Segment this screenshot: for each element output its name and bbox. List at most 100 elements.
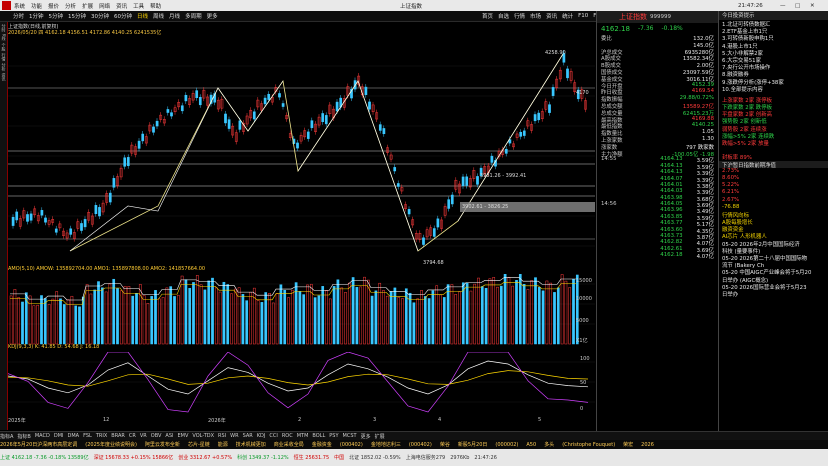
news-ticker-item[interactable]: (000002) (495, 442, 518, 448)
nav-quotes[interactable]: 行情 (514, 12, 525, 20)
news-item[interactable]: 流节 (Bakery Ch (719, 261, 828, 268)
minimize-icon[interactable]: — (780, 3, 786, 9)
nav-f10[interactable]: F10 (578, 13, 588, 19)
kline-svg[interactable]: 4258.90 3794.68 3981.26 - 3992.41 3902.61 -… (8, 36, 595, 266)
news-ticker-item[interactable]: (000402) (409, 442, 432, 448)
period-tab-more[interactable]: 更多 (207, 12, 218, 20)
nav-stats[interactable]: 统计 (562, 12, 573, 20)
tip-item[interactable]: 1.北证可转债数据汇 (719, 20, 828, 27)
news-item[interactable]: 融资资金 (719, 225, 828, 232)
market-stat-row[interactable] (719, 146, 828, 153)
maximize-icon[interactable]: □ (795, 3, 800, 9)
period-tab-1m[interactable]: 1分钟 (29, 12, 44, 20)
sidebar-tab[interactable]: 资讯 (1, 73, 7, 81)
market-stat-row[interactable]: 下跌家数 2家 跌停板 (719, 103, 828, 110)
news-ticker-item[interactable]: 2026 (641, 442, 654, 448)
news-ticker-item[interactable]: 能源 (218, 441, 228, 448)
market-stat-row[interactable]: 上涨家数 2家 涨停板 (719, 96, 828, 103)
menu-item-function[interactable]: 功能 (31, 2, 42, 10)
news-item[interactable]: 05-20 2026国际营业会将于5月23 (719, 283, 828, 290)
tip-item[interactable]: 10.全部提示内容 (719, 85, 828, 92)
sub-value-row[interactable]: -76.88 (719, 204, 828, 211)
indicator-tab[interactable]: 更多 (361, 433, 371, 440)
sub-value-row[interactable]: 8.60% (719, 175, 828, 182)
indicator-tab[interactable]: PSY (329, 433, 338, 439)
indicator-tab[interactable]: BRAR (111, 433, 125, 439)
indicator-tab[interactable]: CCI (269, 433, 277, 439)
indicator-tab[interactable]: 指标B (17, 433, 30, 440)
period-tab-month[interactable]: 月线 (169, 12, 180, 20)
news-ticker-item[interactable]: 金融资金 (312, 441, 332, 448)
tip-item[interactable]: 9.涨跌停分析(涨停+38家 (719, 78, 828, 85)
nav-watchlist[interactable]: 自选 (498, 12, 509, 20)
indicator-tab[interactable]: OBV (151, 433, 162, 439)
tip-item[interactable]: 7.央行公开市场操作 (719, 63, 828, 70)
indicator-tab[interactable]: MACD (35, 433, 50, 439)
sub-value-row[interactable]: 5.22% (719, 182, 828, 189)
indicator-tab[interactable]: BOLL (312, 433, 325, 439)
news-ticker-item[interactable]: (000402) (340, 442, 363, 448)
nav-market[interactable]: 市场 (530, 12, 541, 20)
period-tab-multi[interactable]: 多周期 (185, 12, 202, 20)
news-ticker-item[interactable]: (2025年度业绩说明会) (85, 441, 137, 448)
tip-item[interactable]: 2.ETF基金上市1只 (719, 27, 828, 34)
news-item[interactable]: 05-20 2026年2月中国国际经济 (719, 240, 828, 247)
menu-item-help[interactable]: 帮助 (150, 2, 161, 10)
market-stat-row[interactable]: 弱势股 2家 连续涨 (719, 125, 828, 132)
period-tab-week[interactable]: 周线 (153, 12, 164, 20)
news-ticker-item[interactable]: 荣谷 (440, 441, 450, 448)
news-item[interactable]: A股每股增长 (719, 218, 828, 225)
tip-item[interactable]: 6.大宗交易51家 (719, 56, 828, 63)
news-item[interactable]: 日举办 (719, 290, 828, 297)
market-stat-row[interactable]: 强势股 2家 创新低 (719, 117, 828, 124)
sidebar-tab[interactable]: 个股 (1, 43, 7, 51)
tip-item[interactable]: 8.融资融券 (719, 70, 828, 77)
kline-chart-area[interactable]: 上证指数(日线,前复权) 2026/05/20 四 4162.18 4156.5… (8, 22, 595, 430)
period-tab-60m[interactable]: 60分钟 (114, 12, 132, 20)
menu-item-system[interactable]: 系统 (14, 2, 25, 10)
news-item[interactable]: 科技 (量要事件) (719, 247, 828, 254)
news-ticker-item[interactable]: A50 (526, 442, 536, 448)
market-stat-row[interactable]: 跌幅>5% 2家 放量 (719, 139, 828, 146)
sub-value-row[interactable]: 6.21% (719, 189, 828, 196)
news-ticker-item[interactable]: 技术机械更加 (236, 441, 266, 448)
sidebar-tab[interactable]: 行情 (1, 53, 7, 61)
news-ticker-item[interactable]: 荣宏 (623, 441, 633, 448)
indicator-tab[interactable]: 指标A (0, 433, 13, 440)
news-ticker-item[interactable]: 2026年5月20日沪深两市高层定调 (0, 441, 77, 448)
tip-item[interactable]: 5.大小非解禁2家 (719, 49, 828, 56)
indicator-tab[interactable]: DMI (54, 433, 64, 439)
indicator-tab[interactable]: FSL (83, 433, 92, 439)
sidebar-tab[interactable]: 分时 (1, 24, 7, 32)
sidebar-tab[interactable]: K线 (1, 34, 7, 41)
indicator-tab[interactable]: DMA (68, 433, 80, 439)
indicator-tab[interactable]: ROC (282, 433, 293, 439)
market-stat-row[interactable]: 涨幅>5% 2家 连续跌 (719, 132, 828, 139)
news-ticker-item[interactable]: 金地地达利三 (371, 441, 401, 448)
indicator-tab[interactable]: 扩展 (375, 433, 385, 440)
menu-item-extend[interactable]: 扩展 (82, 2, 93, 10)
news-item[interactable]: 05-20 2026第二十八届中国国际物 (719, 254, 828, 261)
indicator-tab[interactable]: MCST (343, 433, 357, 439)
menu-item-network[interactable]: 网络 (99, 2, 110, 10)
news-ticker-item[interactable]: 多头 (544, 441, 554, 448)
menu-item-analysis[interactable]: 分析 (65, 2, 76, 10)
indicator-tab[interactable]: SAR (243, 433, 253, 439)
sub-value-row[interactable]: 2.73% (719, 168, 828, 175)
news-ticker-item[interactable]: (Christophe Fouquet) (562, 442, 615, 448)
indicator-tab[interactable]: VR (140, 433, 147, 439)
menu-item-tools[interactable]: 工具 (133, 2, 144, 10)
indicator-tab[interactable]: VOL-TDX (192, 433, 214, 439)
market-stat-row[interactable]: 封板率 89% (719, 153, 828, 160)
indicator-tab[interactable]: ASI (165, 433, 173, 439)
period-tab-day[interactable]: 日线 (137, 12, 148, 20)
indicator-tab[interactable]: KDJ (257, 433, 266, 439)
period-tab-5m[interactable]: 5分钟 (49, 12, 64, 20)
menu-item-quote[interactable]: 报价 (48, 2, 59, 10)
nav-home[interactable]: 首页 (482, 12, 493, 20)
indicator-tab[interactable]: CR (129, 433, 136, 439)
close-icon[interactable]: ✕ (810, 3, 815, 9)
news-ticker-item[interactable]: 阿里云发布全新 (145, 441, 180, 448)
news-item[interactable]: 05-20 中国AIGC产业峰会将于5月20 (719, 268, 828, 275)
market-stat-row[interactable]: 平盘家数 2家 创新高 (719, 110, 828, 117)
